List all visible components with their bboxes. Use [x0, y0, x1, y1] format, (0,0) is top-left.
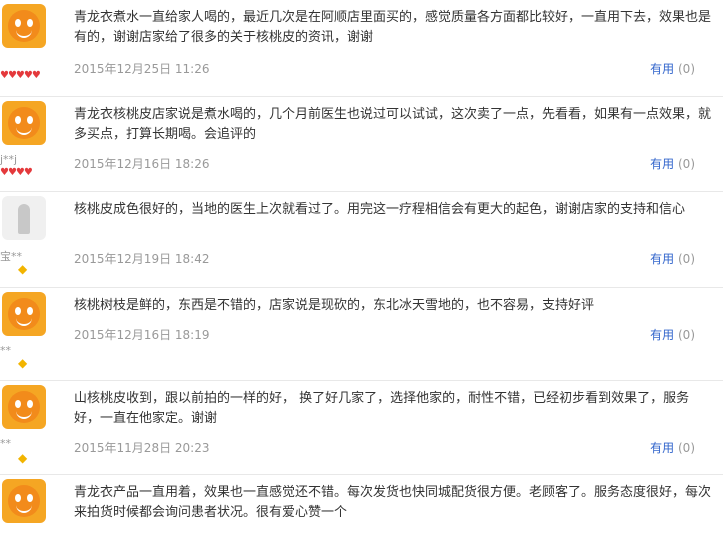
review-date: 2015年12月16日 18:19 [74, 328, 210, 342]
reviewer-nick: j**j [0, 153, 18, 166]
review-item: j**j ♥♥♥♥ 青龙衣核桃皮店家说是煮水喝的，几个月前医生也说过可以试试，这… [0, 97, 723, 192]
rank-diamond-icon: ◆ [18, 262, 27, 276]
reviewer-nick: ** [0, 344, 11, 357]
useful-count: (0) [678, 62, 695, 76]
review-item: 宝** ◆ 核桃皮成色很好的，当地的医生上次就看过了。用完这一疗程相信会有更大的… [0, 192, 723, 288]
review-item: ** ◆ 山核桃皮收到，跟以前拍的一样的好， 换了好几家了，选择他家的，耐性不错… [0, 381, 723, 475]
review-text: 核桃皮成色很好的，当地的医生上次就看过了。用完这一疗程相信会有更大的起色，谢谢店… [74, 202, 686, 217]
review-item: ♥♥♥♥♥ 青龙衣煮水一直给家人喝的，最近几次是在阿顺店里面买的，感觉质量各方面… [0, 0, 723, 97]
useful-count: (0) [678, 441, 695, 455]
useful-label[interactable]: 有用 [650, 328, 674, 342]
avatar[interactable] [2, 479, 46, 523]
useful-button[interactable]: 有用 (0) [650, 439, 695, 456]
useful-button[interactable]: 有用 (0) [650, 250, 695, 267]
avatar[interactable] [2, 196, 46, 240]
useful-count: (0) [678, 328, 695, 342]
review-item: 青龙衣产品一直用着，效果也一直感觉还不错。每次发货也快同城配货很方便。老顾客了。… [0, 475, 723, 539]
useful-button[interactable]: 有用 (0) [650, 326, 695, 343]
rank-diamond-icon: ◆ [18, 451, 27, 465]
useful-count: (0) [678, 252, 695, 266]
review-list: ♥♥♥♥♥ 青龙衣煮水一直给家人喝的，最近几次是在阿顺店里面买的，感觉质量各方面… [0, 0, 723, 539]
useful-label[interactable]: 有用 [650, 441, 674, 455]
review-text: 山核桃皮收到，跟以前拍的一样的好， 换了好几家了，选择他家的，耐性不错，已经初步… [74, 391, 690, 426]
review-date: 2015年11月28日 20:23 [74, 441, 210, 455]
rank-hearts-icon: ♥♥♥♥♥ [0, 70, 41, 81]
useful-label[interactable]: 有用 [650, 252, 674, 266]
useful-count: (0) [678, 157, 695, 171]
useful-button[interactable]: 有用 (0) [650, 155, 695, 172]
review-text: 青龙衣产品一直用着，效果也一直感觉还不错。每次发货也快同城配货很方便。老顾客了。… [74, 485, 712, 520]
avatar[interactable] [2, 4, 46, 48]
rank-diamond-icon: ◆ [18, 356, 27, 370]
review-text: 青龙衣煮水一直给家人喝的，最近几次是在阿顺店里面买的，感觉质量各方面都比较好，一… [74, 10, 712, 45]
review-date: 2015年12月16日 18:26 [74, 157, 210, 171]
avatar[interactable] [2, 292, 46, 336]
useful-label[interactable]: 有用 [650, 157, 674, 171]
avatar[interactable] [2, 385, 46, 429]
review-date: 2015年12月19日 18:42 [74, 252, 210, 266]
avatar[interactable] [2, 101, 46, 145]
reviewer-nick: ** [0, 437, 11, 450]
useful-label[interactable]: 有用 [650, 62, 674, 76]
review-item: ** ◆ 核桃树枝是鲜的，东西是不错的，店家说是现砍的，东北冰天雪地的，也不容易… [0, 288, 723, 381]
useful-button[interactable]: 有用 (0) [650, 60, 695, 77]
review-text: 核桃树枝是鲜的，东西是不错的，店家说是现砍的，东北冰天雪地的，也不容易，支持好评 [74, 298, 595, 313]
rank-hearts-icon: ♥♥♥♥ [0, 167, 33, 178]
review-date: 2015年12月25日 11:26 [74, 62, 210, 76]
review-text: 青龙衣核桃皮店家说是煮水喝的，几个月前医生也说过可以试试，这次卖了一点，先看看，… [74, 107, 712, 142]
